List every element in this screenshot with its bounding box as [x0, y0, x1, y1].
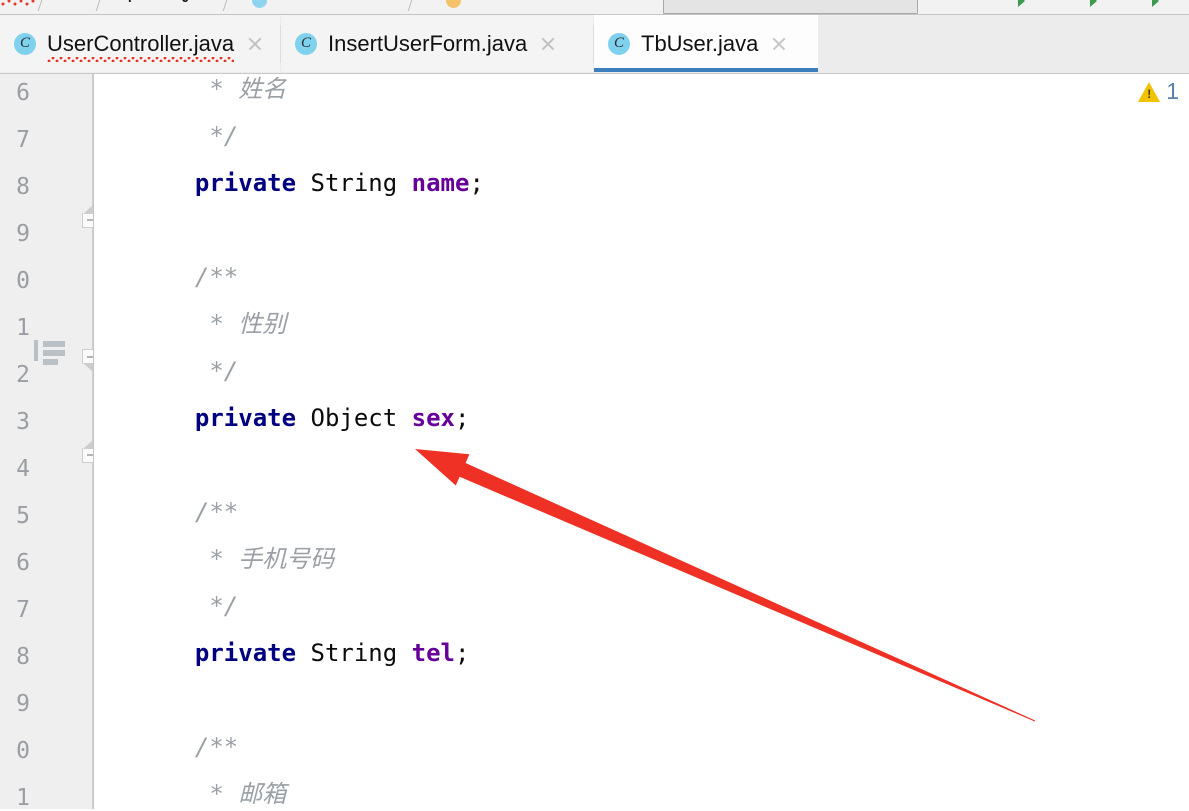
code-token: sex — [411, 404, 456, 432]
line-number: 0 — [16, 738, 30, 764]
code-token: private — [194, 404, 297, 432]
code-token: * 邮箱 — [209, 780, 287, 808]
line-number: 1 — [16, 315, 30, 341]
line-number: 2 — [16, 362, 30, 388]
code-line[interactable]: * 姓名 — [209, 74, 286, 113]
line-number: 9 — [16, 221, 30, 247]
code-line[interactable]: */ — [209, 348, 238, 395]
code-line[interactable]: private Object sex; — [195, 395, 470, 442]
editor-gutter[interactable]: 6 7 8 9 0 1 2 3 4 5 6 7 8 9 0 1 — [0, 74, 111, 811]
close-icon[interactable] — [245, 34, 265, 54]
editor-tab-tbuser[interactable]: C TbUser.java — [594, 15, 818, 72]
code-token: /** — [194, 498, 239, 526]
toolbar-separator — [37, 0, 44, 11]
line-number: 6 — [16, 80, 30, 106]
code-token: private — [194, 639, 297, 667]
inspection-status-badge[interactable]: ! 1 — [1138, 80, 1179, 103]
code-line[interactable]: /** — [195, 724, 238, 771]
code-token: /** — [194, 263, 239, 291]
editor-tab-label: TbUser.java — [641, 30, 759, 56]
code-line[interactable]: private String name; — [195, 160, 484, 207]
warning-triangle-icon: ! — [1138, 81, 1161, 102]
italic-glyph-icon[interactable]: J — [182, 0, 189, 4]
line-number: 9 — [16, 691, 30, 717]
code-token: ; — [455, 404, 470, 432]
code-line[interactable]: * 性别 — [209, 301, 286, 348]
code-token: /** — [194, 733, 239, 761]
coverage-icon[interactable] — [1090, 0, 1097, 7]
code-line[interactable]: */ — [209, 113, 238, 160]
code-line[interactable]: private String tel; — [195, 630, 470, 677]
javadoc-block-icon[interactable] — [34, 339, 66, 365]
line-number: 1 — [16, 785, 30, 811]
debug-icon[interactable] — [1018, 0, 1025, 7]
editor-tab-label: UserController.java — [47, 30, 235, 62]
close-icon[interactable] — [538, 34, 558, 54]
code-token: * 姓名 — [209, 75, 287, 103]
line-number: 8 — [16, 174, 30, 200]
run-configuration-select[interactable] — [663, 0, 918, 14]
code-line[interactable]: */ — [209, 583, 238, 630]
code-token: * 手机号码 — [209, 545, 335, 573]
profile-icon[interactable] — [1152, 0, 1159, 7]
bold-glyph-icon[interactable]: I — [128, 0, 132, 4]
line-number: 7 — [16, 597, 30, 623]
editor-tab-insertuserform[interactable]: C InsertUserForm.java — [281, 15, 593, 72]
editor-tab-bar: C UserController.java C InsertUserForm.j… — [0, 15, 1189, 74]
editor-tab-usercontroller[interactable]: C UserController.java — [0, 15, 280, 72]
code-token: String — [310, 639, 398, 667]
field-chip-icon[interactable] — [446, 0, 461, 8]
code-token: ; — [469, 169, 484, 197]
code-token: */ — [209, 357, 239, 385]
code-token: private — [194, 169, 297, 197]
class-chip-icon[interactable] — [252, 0, 267, 8]
line-number: 8 — [16, 644, 30, 670]
java-class-icon: C — [295, 32, 317, 55]
java-class-icon: C — [608, 32, 630, 55]
code-line[interactable]: /** — [195, 489, 238, 536]
code-token: name — [411, 169, 470, 197]
close-icon[interactable] — [769, 34, 789, 54]
code-line[interactable]: /** — [195, 254, 238, 301]
code-token: Object — [310, 404, 398, 432]
error-squiggle-icon — [0, 0, 36, 8]
java-class-icon: C — [14, 32, 36, 55]
code-line[interactable]: * 邮箱 — [209, 771, 286, 809]
warning-count: 1 — [1166, 78, 1179, 104]
editor-tab-label: InsertUserForm.java — [328, 30, 528, 56]
line-number: 5 — [16, 503, 30, 529]
warning-symbol: ! — [1147, 86, 1152, 101]
toolbar-separator — [222, 0, 229, 11]
toolbar-separator — [95, 0, 102, 11]
code-token: */ — [209, 592, 239, 620]
toolbar-separator — [407, 0, 414, 11]
code-line[interactable]: * 手机号码 — [209, 536, 334, 583]
line-number: 6 — [16, 550, 30, 576]
ide-editor-screen: I J C UserController.java C InsertUserFo… — [0, 0, 1189, 811]
code-token: tel — [411, 639, 456, 667]
code-editor-area[interactable]: * 姓名 */ private String name; /** * 性别 */ priva… — [94, 74, 1189, 809]
code-token: * 性别 — [209, 310, 287, 338]
main-toolbar: I J — [0, 0, 1189, 15]
line-number: 0 — [16, 268, 30, 294]
code-token: String — [310, 169, 398, 197]
line-number: 7 — [16, 127, 30, 153]
line-number: 4 — [16, 456, 30, 482]
code-token: ; — [455, 639, 470, 667]
code-token: */ — [209, 122, 239, 150]
line-number: 3 — [16, 409, 30, 435]
